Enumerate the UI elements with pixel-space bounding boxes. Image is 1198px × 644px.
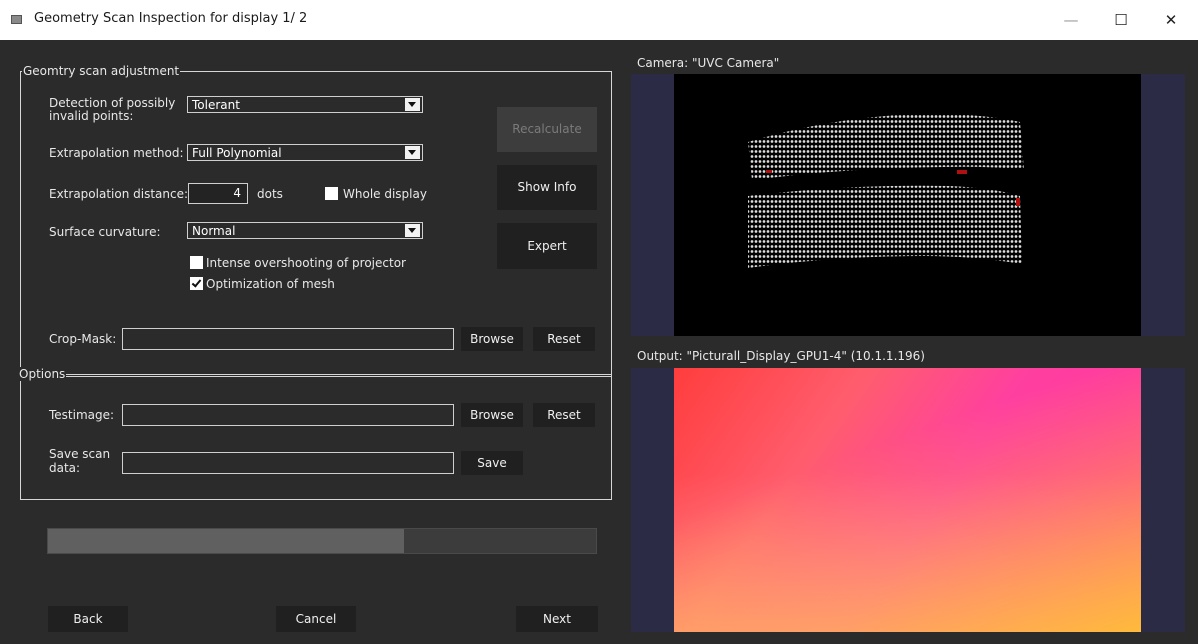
next-button[interactable]: Next <box>516 606 598 632</box>
output-gradient-preview <box>674 368 1141 632</box>
maximize-button[interactable]: ☐ <box>1098 0 1144 40</box>
close-button[interactable]: ✕ <box>1148 0 1194 40</box>
window-title: Geometry Scan Inspection for display 1/ … <box>34 11 308 26</box>
output-gradient-overlay-2 <box>674 368 1141 632</box>
save-scan-label-line1: Save scan <box>49 447 111 461</box>
extrap-method-label: Extrapolation method: <box>49 146 184 160</box>
back-button[interactable]: Back <box>48 606 128 632</box>
cropmask-label: Crop-Mask: <box>49 332 117 346</box>
save-button[interactable]: Save <box>461 451 523 475</box>
chevron-down-icon[interactable] <box>405 146 420 159</box>
show-info-button[interactable]: Show Info <box>497 165 597 210</box>
chevron-down-icon[interactable] <box>405 224 420 237</box>
overshoot-checkbox[interactable] <box>190 256 203 269</box>
testimage-reset-button[interactable]: Reset <box>533 403 595 427</box>
extrap-distance-label: Extrapolation distance: <box>49 187 189 201</box>
curvature-value: Normal <box>192 224 236 238</box>
progress-bar <box>47 528 597 554</box>
detection-label-line2: invalid points: <box>49 109 134 123</box>
camera-title: Camera: "UVC Camera" <box>637 56 780 70</box>
options-legend: Options <box>18 367 67 381</box>
save-scan-input[interactable] <box>122 452 454 474</box>
chevron-down-icon[interactable] <box>405 98 420 111</box>
camera-view <box>674 74 1141 336</box>
minimize-button[interactable]: — <box>1048 0 1094 40</box>
extrap-distance-unit: dots <box>257 187 283 201</box>
testimage-browse-button[interactable]: Browse <box>461 403 523 427</box>
cropmask-input[interactable] <box>122 328 454 350</box>
detection-select[interactable]: Tolerant <box>187 96 423 113</box>
optimization-checkbox[interactable] <box>190 277 203 290</box>
whole-display-checkbox[interactable] <box>325 187 338 200</box>
optimization-label: Optimization of mesh <box>206 277 335 291</box>
extrap-method-value: Full Polynomial <box>192 146 282 160</box>
output-title: Output: "Picturall_Display_GPU1-4" (10.1… <box>637 349 925 363</box>
testimage-input[interactable] <box>122 404 454 426</box>
expert-button[interactable]: Expert <box>497 223 597 269</box>
options-group <box>20 374 612 500</box>
extrap-distance-input[interactable]: 4 <box>188 183 248 204</box>
extrap-method-select[interactable]: Full Polynomial <box>187 144 423 161</box>
camera-dot-pattern <box>748 113 1024 268</box>
curvature-label: Surface curvature: <box>49 225 161 239</box>
cancel-button[interactable]: Cancel <box>276 606 356 632</box>
save-scan-label-line2: data: <box>49 461 81 475</box>
cropmask-browse-button[interactable]: Browse <box>461 327 523 351</box>
recalculate-button[interactable]: Recalculate <box>497 107 597 152</box>
curvature-select[interactable]: Normal <box>187 222 423 239</box>
detection-select-value: Tolerant <box>192 98 240 112</box>
cropmask-reset-button[interactable]: Reset <box>533 327 595 351</box>
app-icon <box>11 15 22 24</box>
testimage-label: Testimage: <box>49 408 115 422</box>
detection-label-line1: Detection of possibly <box>49 96 176 110</box>
geometry-adjust-legend: Geomtry scan adjustment <box>22 64 181 78</box>
overshoot-label: Intense overshooting of projector <box>206 256 406 270</box>
title-bar: Geometry Scan Inspection for display 1/ … <box>0 0 1198 40</box>
whole-display-label: Whole display <box>343 187 427 201</box>
progress-fill <box>48 529 405 553</box>
